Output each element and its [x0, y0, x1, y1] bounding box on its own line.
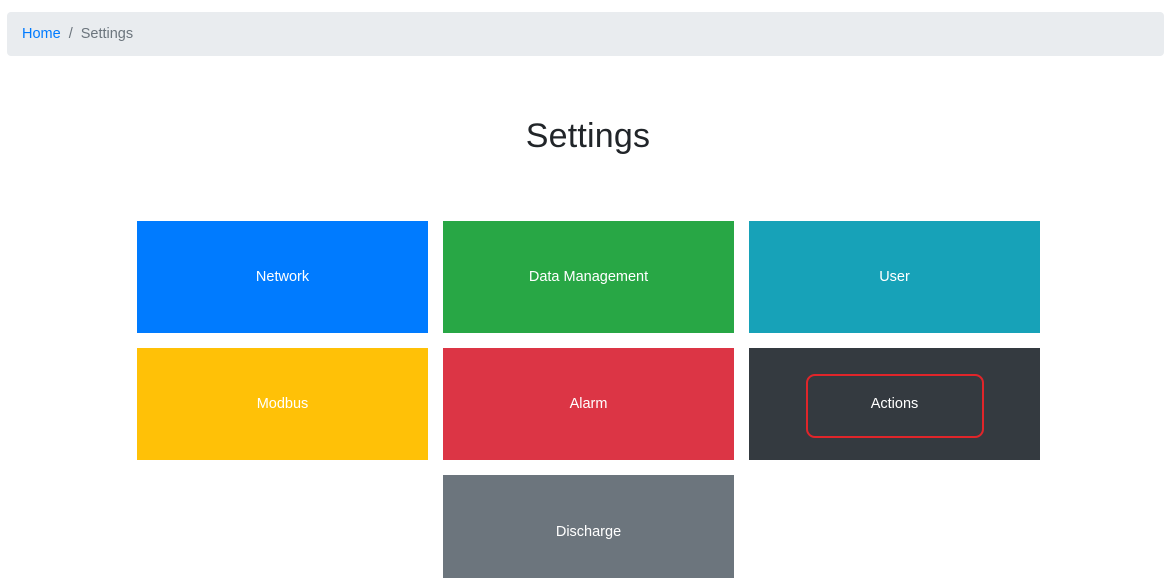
- breadcrumb: Home / Settings: [7, 12, 1164, 56]
- breadcrumb-separator: /: [68, 26, 73, 42]
- user-tile-label: User: [879, 269, 910, 285]
- network-tile-label: Network: [255, 269, 310, 285]
- breadcrumb-home-link[interactable]: Home: [22, 26, 61, 42]
- alarm-tile-button[interactable]: Alarm: [443, 348, 734, 460]
- actions-tile-button[interactable]: Actions: [749, 348, 1040, 460]
- actions-tile-label: Actions: [870, 396, 919, 412]
- alarm-tile-label: Alarm: [569, 396, 608, 412]
- user-tile-button[interactable]: User: [749, 221, 1040, 333]
- modbus-tile-label: Modbus: [256, 396, 309, 412]
- data-management-tile-button[interactable]: Data Management: [443, 221, 734, 333]
- breadcrumb-current: Settings: [80, 26, 134, 42]
- discharge-tile-button[interactable]: Discharge: [443, 475, 734, 578]
- modbus-tile-button[interactable]: Modbus: [137, 348, 428, 460]
- network-tile-button[interactable]: Network: [137, 221, 428, 333]
- discharge-tile-label: Discharge: [555, 523, 622, 540]
- page-title: Settings: [525, 117, 651, 155]
- data-management-tile-label: Data Management: [528, 269, 649, 285]
